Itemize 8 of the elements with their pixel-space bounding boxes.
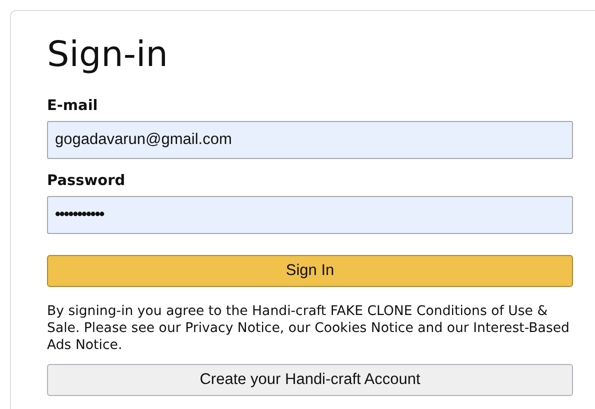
agreement-text: By signing-in you agree to the Handi-craft FAKE CLONE Conditions of Use & Sale. Please see our Privacy Notice, our Cookies Notice and our Interest-Based Ads Notice. bbox=[47, 303, 570, 354]
input-field[interactable]: ••••••••••• bbox=[47, 196, 573, 234]
page-title: Sign-in bbox=[47, 34, 169, 77]
create-account-button[interactable]: Create your Handi-craft Account bbox=[47, 364, 573, 396]
field-label: Password bbox=[47, 172, 126, 190]
input-field[interactable]: gogadavarun@gmail.com bbox=[47, 121, 573, 159]
sign-in-button[interactable]: Sign In bbox=[47, 255, 573, 287]
field-label: E-mail bbox=[47, 97, 98, 115]
